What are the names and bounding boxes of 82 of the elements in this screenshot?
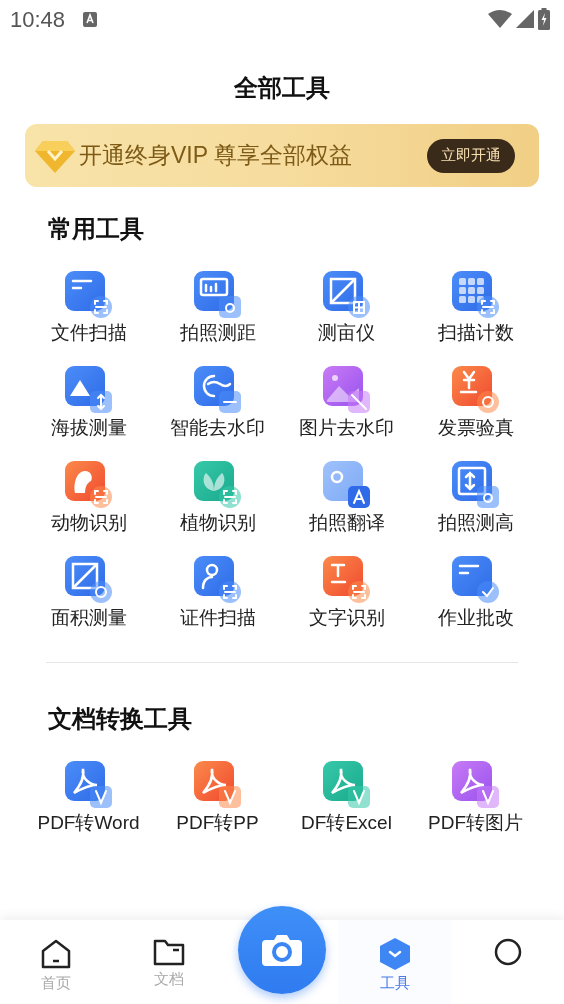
tool-item[interactable]: 测亩仪: [282, 271, 411, 345]
tool-label: 发票验真: [437, 416, 514, 440]
pdf-icon: [451, 761, 500, 809]
keypad-icon: [451, 271, 500, 319]
tool-item[interactable]: 面积测量: [24, 556, 153, 630]
camera-button[interactable]: [238, 906, 326, 994]
tool-label: 证件扫描: [179, 606, 256, 630]
tool-label: 面积测量: [50, 606, 127, 630]
nav-tab[interactable]: 工具: [338, 920, 452, 1004]
open-vip-button[interactable]: 立即开通: [427, 138, 515, 173]
tool-item[interactable]: 海拔测量: [24, 366, 153, 440]
tool-label: 拍照测高: [437, 511, 514, 535]
tool-label: 动物识别: [50, 511, 127, 535]
animal-scan-icon: [64, 461, 113, 509]
section-title: 常用工具: [48, 214, 145, 244]
translate-icon: [322, 461, 371, 509]
nav-label: 首页: [41, 973, 72, 993]
folder-icon: [153, 938, 186, 966]
tool-label: 智能去水印: [170, 416, 265, 440]
ruler-camera-icon: [193, 271, 242, 319]
tool-item[interactable]: PDF转图片: [411, 761, 540, 835]
tool-item[interactable]: DF转Excel: [282, 761, 411, 835]
tool-label: 植物识别: [179, 511, 256, 535]
signal-icon: [516, 10, 534, 28]
pdf-icon: [193, 761, 242, 809]
banner-text: 开通终身VIP 尊享全部权益: [79, 141, 353, 171]
tool-item[interactable]: 植物识别: [153, 461, 282, 535]
tool-item[interactable]: 发票验真: [411, 366, 540, 440]
notification-icon: [83, 11, 98, 27]
page-title: 全部工具: [234, 73, 330, 103]
tool-label: 海拔测量: [50, 416, 127, 440]
tool-item[interactable]: 文件扫描: [24, 271, 153, 345]
image-icon: [322, 366, 371, 414]
tool-item[interactable]: 图片去水印: [282, 366, 411, 440]
area-frame-icon: [64, 556, 113, 604]
tool-item[interactable]: 作业批改: [411, 556, 540, 630]
tool-item[interactable]: PDF转PP: [153, 761, 282, 835]
tool-label: DF转Excel: [301, 811, 392, 835]
clock: 10:48: [10, 5, 66, 34]
tool-label: 拍照翻译: [308, 511, 385, 535]
person-scan-icon: [193, 556, 242, 604]
height-camera-icon: [451, 461, 500, 509]
nav-label: 工具: [379, 973, 410, 993]
tool-label: PDF转Word: [37, 811, 140, 835]
nav-label: 文档: [154, 969, 185, 989]
wave-icon: [193, 366, 242, 414]
tool-item[interactable]: 拍照测距: [153, 271, 282, 345]
tool-item[interactable]: 智能去水印: [153, 366, 282, 440]
tool-item[interactable]: 拍照测高: [411, 461, 540, 535]
checkmark-icon: [451, 556, 500, 604]
tool-label: 拍照测距: [179, 321, 256, 345]
tool-label: 扫描计数: [437, 321, 514, 345]
tool-label: 测亩仪: [318, 321, 375, 345]
document-scan-icon: [64, 271, 113, 319]
mountain-icon: [64, 366, 113, 414]
pdf-icon: [322, 761, 371, 809]
pdf-icon: [64, 761, 113, 809]
tool-label: 作业批改: [437, 606, 514, 630]
tool-item[interactable]: 动物识别: [24, 461, 153, 535]
tool-label: 文字识别: [308, 606, 385, 630]
tool-label: 文件扫描: [50, 321, 127, 345]
text-scan-icon: [322, 556, 371, 604]
hexagon-icon: [379, 938, 410, 970]
tool-item[interactable]: 扫描计数: [411, 271, 540, 345]
camera-icon: [262, 934, 302, 966]
wifi-icon: [488, 10, 512, 28]
tool-label: PDF转PP: [176, 811, 259, 835]
tool-item[interactable]: 拍照翻译: [282, 461, 411, 535]
diamond-icon: [35, 138, 75, 173]
tool-label: 图片去水印: [299, 416, 394, 440]
home-icon: [40, 938, 73, 970]
receipt-icon: [451, 366, 500, 414]
vip-banner[interactable]: 开通终身VIP 尊享全部权益 立即开通: [25, 124, 539, 187]
leaf-scan-icon: [193, 461, 242, 509]
battery-icon: [538, 8, 550, 30]
tool-item[interactable]: 文字识别: [282, 556, 411, 630]
tool-label: PDF转图片: [428, 811, 523, 835]
section-title: 文档转换工具: [48, 704, 193, 734]
crop-frame-icon: [322, 271, 371, 319]
tool-item[interactable]: 证件扫描: [153, 556, 282, 630]
circle-icon: [493, 938, 522, 966]
tool-item[interactable]: PDF转Word: [24, 761, 153, 835]
